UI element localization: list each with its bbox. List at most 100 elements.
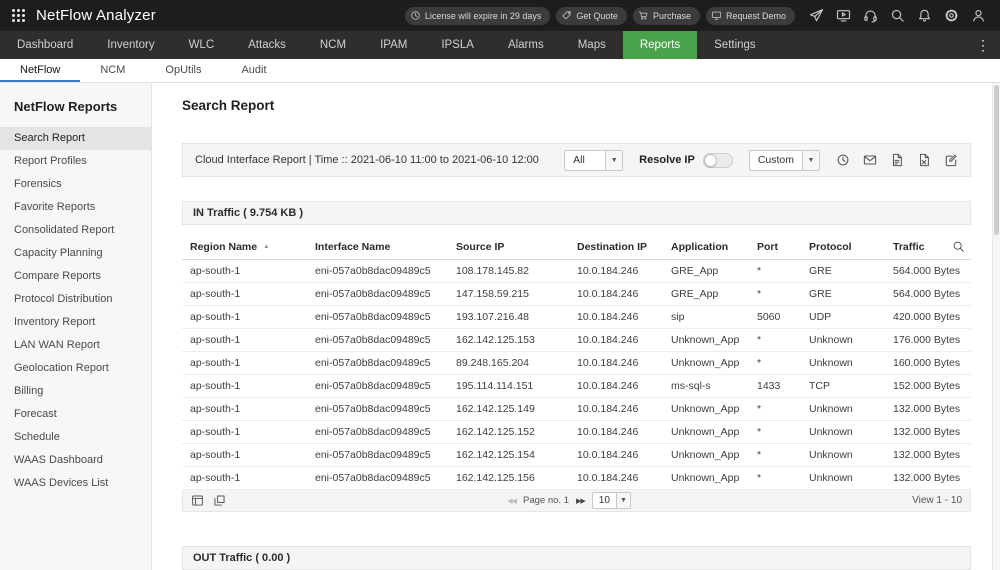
pdf-export-icon[interactable] [890, 153, 904, 167]
filter-dropdown[interactable]: All ▼ [564, 149, 624, 171]
table-search-icon[interactable] [952, 240, 965, 253]
nav-item-wlc[interactable]: WLC [172, 31, 232, 59]
table-row: ap-south-1 eni-057a0b8dac09489c5 162.142.1… [182, 466, 971, 490]
previous-page-icon[interactable]: ◀◀ [507, 497, 517, 505]
next-page-icon[interactable]: ▶▶ [576, 497, 586, 505]
tab-netflow[interactable]: NetFlow [0, 59, 80, 82]
table-cell: Unknown [801, 397, 885, 421]
export-icon[interactable] [213, 494, 226, 507]
nav-item-ipam[interactable]: IPAM [363, 31, 424, 59]
sidebar-item-inventory-report[interactable]: Inventory Report [0, 311, 151, 334]
table-cell: * [749, 259, 801, 283]
filter-dropdown-value: All [573, 154, 585, 166]
sidebar-item-forecast[interactable]: Forecast [0, 403, 151, 426]
tab-ncm[interactable]: NCM [80, 59, 145, 82]
tab-oputils[interactable]: OpUtils [145, 59, 221, 82]
gear-icon[interactable] [944, 8, 959, 23]
table-cell: Unknown [801, 328, 885, 352]
edit-icon[interactable] [944, 153, 958, 167]
search-icon[interactable] [890, 8, 905, 23]
sidebar-item-consolidated-report[interactable]: Consolidated Report [0, 219, 151, 242]
vertical-scrollbar[interactable] [992, 83, 1000, 570]
table-cell: 10.0.184.246 [569, 259, 663, 283]
table-cell: 132.000 Bytes [885, 443, 971, 467]
column-label: Destination IP [577, 241, 648, 253]
sidebar-item-capacity-planning[interactable]: Capacity Planning [0, 242, 151, 265]
email-icon[interactable] [863, 153, 877, 167]
chevron-down-icon[interactable]: ▼ [802, 150, 819, 170]
scrollbar-thumb[interactable] [994, 85, 999, 235]
sidebar-item-waas-devices-list[interactable]: WAAS Devices List [0, 472, 151, 495]
report-list-icon[interactable] [191, 494, 204, 507]
clock-icon [410, 10, 421, 21]
header-badge[interactable]: Request Demo [705, 6, 795, 25]
column-header-port[interactable]: Port [749, 235, 801, 260]
header-badge[interactable]: Purchase [632, 6, 700, 25]
table-cell: eni-057a0b8dac09489c5 [307, 351, 448, 375]
table-row: ap-south-1 eni-057a0b8dac09489c5 195.114.1… [182, 374, 971, 398]
quote-tag-icon [561, 10, 572, 21]
column-header-destination-ip[interactable]: Destination IP [569, 235, 663, 260]
sort-asc-icon[interactable]: ▲ [263, 243, 269, 250]
view-range-label: View 1 - 10 [912, 495, 962, 506]
user-icon[interactable] [971, 8, 986, 23]
main-nav: Dashboard Inventory WLC Attacks NCM IPAM IPSLA… [0, 31, 1000, 59]
nav-item-inventory[interactable]: Inventory [90, 31, 171, 59]
chevron-down-icon[interactable]: ▼ [615, 493, 630, 508]
report-toolbar: Cloud Interface Report | Time :: 2021-06… [182, 143, 971, 177]
column-header-protocol[interactable]: Protocol [801, 235, 885, 260]
header-badge[interactable]: License will expire in 29 days [404, 6, 551, 25]
main-nav-items: Dashboard Inventory WLC Attacks NCM IPAM IPSLA… [0, 31, 773, 59]
bell-icon[interactable] [917, 8, 932, 23]
nav-item-reports[interactable]: Reports [622, 31, 698, 59]
page-size-dropdown[interactable]: 10 ▼ [591, 492, 631, 509]
out-traffic-header: OUT Traffic ( 0.00 ) [182, 546, 971, 570]
header-badge[interactable]: Get Quote [556, 6, 627, 25]
headset-icon[interactable] [863, 8, 878, 23]
page-size-value: 10 [598, 495, 610, 506]
report-title: Cloud Interface Report | Time :: 2021-06… [195, 154, 539, 166]
sidebar-item-compare-reports[interactable]: Compare Reports [0, 265, 151, 288]
sidebar-item-schedule[interactable]: Schedule [0, 426, 151, 449]
chevron-down-icon[interactable]: ▼ [605, 150, 623, 170]
sidebar-item-report-profiles[interactable]: Report Profiles [0, 150, 151, 173]
table-cell: GRE [801, 259, 885, 283]
table-cell: 162.142.125.156 [448, 466, 569, 490]
table-cell: * [749, 466, 801, 490]
resolve-ip-toggle[interactable] [702, 152, 733, 168]
nav-item-attacks[interactable]: Attacks [231, 31, 303, 59]
app-title: NetFlow Analyzer [36, 7, 156, 24]
screen-share-icon[interactable] [836, 8, 851, 23]
column-header-application[interactable]: Application [663, 235, 749, 260]
apps-grid-icon[interactable] [12, 9, 25, 22]
sidebar-item-waas-dashboard[interactable]: WAAS Dashboard [0, 449, 151, 472]
nav-item-ipsla[interactable]: IPSLA [424, 31, 491, 59]
sidebar-item-billing[interactable]: Billing [0, 380, 151, 403]
table-cell: UDP [801, 305, 885, 329]
sidebar-item-protocol-distribution[interactable]: Protocol Distribution [0, 288, 151, 311]
csv-export-icon[interactable] [917, 153, 931, 167]
column-header-traffic[interactable]: Traffic [885, 235, 971, 260]
nav-item-alarms[interactable]: Alarms [491, 31, 561, 59]
table-cell: 132.000 Bytes [885, 420, 971, 444]
table-cell: * [749, 420, 801, 444]
column-header-interface-name[interactable]: Interface Name [307, 235, 448, 260]
clock-icon[interactable] [836, 153, 850, 167]
nav-item-settings[interactable]: Settings [697, 31, 773, 59]
nav-item-ncm[interactable]: NCM [303, 31, 363, 59]
sidebar-item-search-report[interactable]: Search Report [0, 127, 151, 150]
nav-item-maps[interactable]: Maps [561, 31, 623, 59]
time-range-dropdown[interactable]: Custom ▼ [748, 149, 820, 171]
column-header-source-ip[interactable]: Source IP [448, 235, 569, 260]
nav-overflow-menu-icon[interactable]: ⋮ [966, 31, 1000, 59]
send-icon[interactable] [809, 8, 824, 23]
sidebar-item-lan-wan-report[interactable]: LAN WAN Report [0, 334, 151, 357]
nav-item-dashboard[interactable]: Dashboard [0, 31, 90, 59]
table-cell: Unknown_App [663, 443, 749, 467]
sidebar-item-forensics[interactable]: Forensics [0, 173, 151, 196]
sidebar-item-favorite-reports[interactable]: Favorite Reports [0, 196, 151, 219]
tab-audit[interactable]: Audit [221, 59, 286, 82]
sidebar-item-geolocation-report[interactable]: Geolocation Report [0, 357, 151, 380]
column-header-region-name[interactable]: Region Name ▲ [182, 235, 307, 260]
in-traffic-table: Region Name ▲ Interface Name Source IP Desti… [182, 235, 971, 490]
